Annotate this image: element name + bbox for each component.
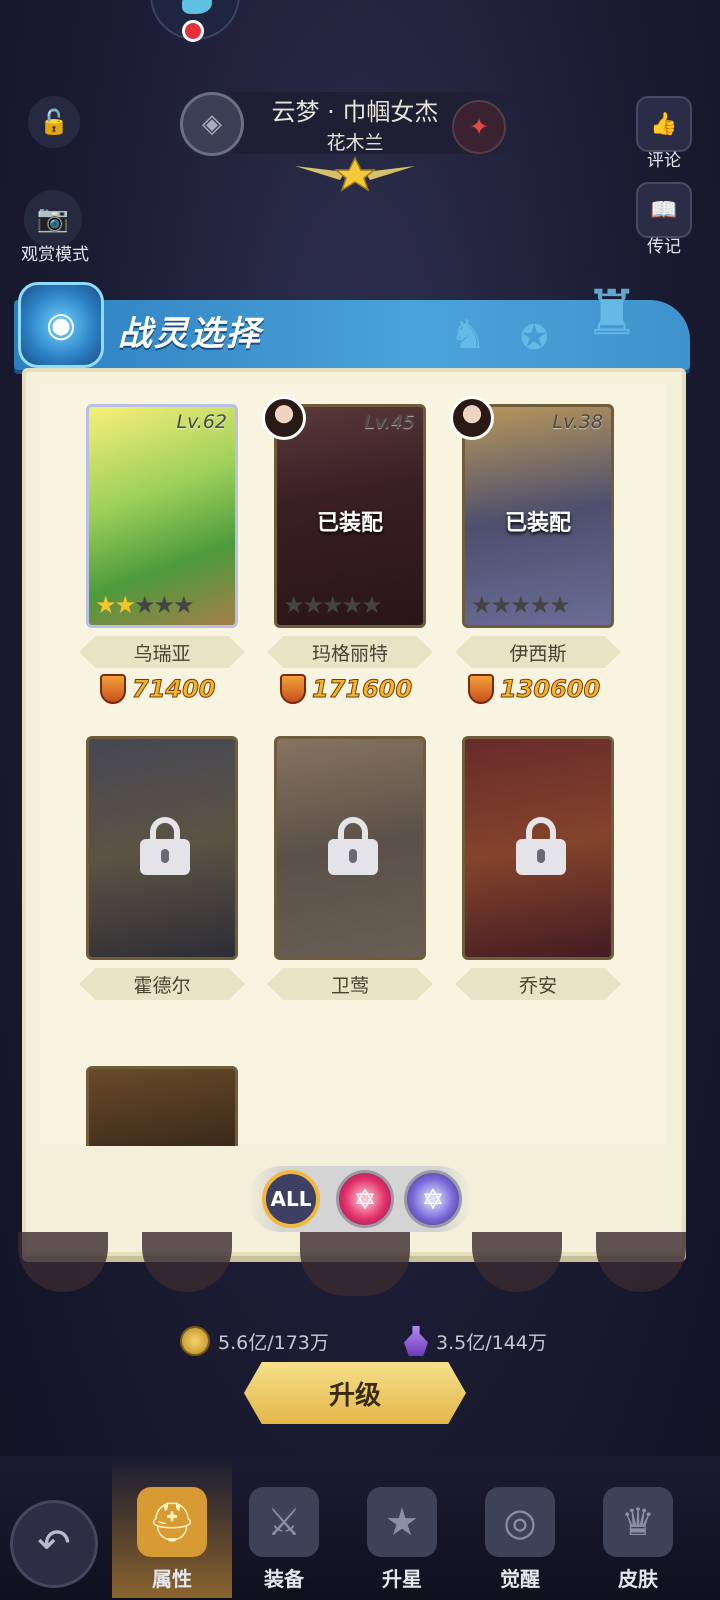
- spirit-power: 71400: [100, 674, 216, 704]
- tab-attributes[interactable]: ⛑ 属性: [112, 1458, 232, 1598]
- power-value: 71400: [132, 675, 216, 704]
- spirit-name: 玛格丽特: [267, 636, 433, 668]
- spirit-level: Lv.38: [552, 411, 604, 433]
- hero-title: 云梦 · 巾帼女杰: [271, 98, 439, 126]
- book-icon[interactable]: 📖: [636, 182, 692, 238]
- coin-icon: [180, 1326, 210, 1356]
- spirit-card-weiying[interactable]: [274, 736, 426, 960]
- view-mode-label[interactable]: 观赏模式: [10, 240, 100, 265]
- potion-resource: 3.5亿/144万: [404, 1326, 547, 1356]
- spirit-name: 乔安: [455, 968, 621, 1000]
- gold-amount: 5.6亿/173万: [218, 1331, 329, 1354]
- lock-icon: [140, 817, 190, 875]
- power-shield-icon: [280, 674, 306, 704]
- spirit-name: 乌瑞亚: [79, 636, 245, 668]
- tab-label: 皮肤: [618, 1567, 658, 1591]
- star-badge-icon: ★: [367, 1487, 437, 1557]
- filter-red-hexagram-icon[interactable]: ✡: [336, 1170, 394, 1228]
- tab-star-up[interactable]: ★ 升星: [342, 1458, 462, 1598]
- lock-icon: [328, 817, 378, 875]
- hero-name: 花木兰: [326, 132, 384, 154]
- spirit-name: 霍德尔: [79, 968, 245, 1000]
- spirit-card-margaret[interactable]: Lv.45 已装配 ★★★★★: [274, 404, 426, 628]
- tab-skins[interactable]: ♛ 皮肤: [578, 1458, 698, 1598]
- lock-icon: [516, 817, 566, 875]
- spirit-card-hodur[interactable]: [86, 736, 238, 960]
- power-shield-icon: [468, 674, 494, 704]
- back-arrow-icon[interactable]: ↶: [10, 1500, 98, 1588]
- power-value: 130600: [499, 675, 601, 704]
- knight-silhouette-icon: ♜: [584, 276, 640, 349]
- tab-label: 属性: [152, 1567, 192, 1591]
- lock-icon[interactable]: 🔓: [28, 96, 80, 148]
- spirit-card-partial[interactable]: [86, 1066, 238, 1146]
- thumbs-up-icon[interactable]: 👍: [636, 96, 692, 152]
- modal-title: 战灵选择: [118, 314, 262, 354]
- biography-label[interactable]: 传记: [634, 232, 694, 257]
- filter-blue-hexagram-icon[interactable]: ✡: [404, 1170, 462, 1228]
- wizard-silhouette-icon: ♞: [450, 312, 486, 358]
- armor-icon: ♛: [603, 1487, 673, 1557]
- power-shield-icon: [100, 674, 126, 704]
- class-emblem-icon[interactable]: ◈: [180, 92, 244, 156]
- equipped-hero-avatar: [262, 396, 306, 440]
- tab-awaken[interactable]: ◎ 觉醒: [460, 1458, 580, 1598]
- spirit-card-joan[interactable]: [462, 736, 614, 960]
- gold-resource: 5.6亿/173万: [180, 1326, 329, 1356]
- fish-icon: [182, 0, 212, 14]
- spirit-power: 130600: [468, 674, 601, 704]
- filter-all-button[interactable]: ALL: [262, 1170, 320, 1228]
- equipped-badge: 已装配: [316, 511, 383, 536]
- potion-icon: [404, 1326, 428, 1356]
- helmet-icon: ⛑: [137, 1487, 207, 1557]
- spirit-name: 伊西斯: [455, 636, 621, 668]
- spirit-level: Lv.45: [364, 411, 416, 433]
- tab-equipment[interactable]: ⚔ 装备: [224, 1458, 344, 1598]
- equipped-hero-avatar: [450, 396, 494, 440]
- tab-label: 觉醒: [500, 1567, 540, 1591]
- spirit-crest-icon: ◉: [18, 282, 104, 368]
- equipped-badge: 已装配: [504, 511, 571, 536]
- star-rating: ★★★★★: [283, 591, 383, 619]
- upgrade-button[interactable]: 升级: [244, 1362, 466, 1424]
- spirit-power: 171600: [280, 674, 413, 704]
- swords-icon: ⚔: [249, 1487, 319, 1557]
- comment-label[interactable]: 评论: [634, 146, 694, 171]
- spirit-name: 卫莺: [267, 968, 433, 1000]
- spirit-card-uriya[interactable]: Lv.62 ★★★★★: [86, 404, 238, 628]
- power-value: 171600: [311, 675, 413, 704]
- tab-label: 装备: [264, 1567, 304, 1591]
- tab-label: 升星: [382, 1567, 422, 1591]
- faction-emblem-icon[interactable]: ✦: [452, 100, 506, 154]
- star-wings-icon: [295, 156, 415, 192]
- spirit-card-isis[interactable]: Lv.38 已装配 ★★★★★: [462, 404, 614, 628]
- notification-dot: [182, 20, 204, 42]
- potion-amount: 3.5亿/144万: [436, 1331, 547, 1354]
- star-rating: ★★★★★: [95, 591, 195, 619]
- spiral-icon: ◎: [485, 1487, 555, 1557]
- star-rating: ★★★★★: [471, 591, 571, 619]
- pet-silhouette-icon: ✪: [520, 318, 549, 358]
- spirit-level: Lv.62: [176, 411, 228, 433]
